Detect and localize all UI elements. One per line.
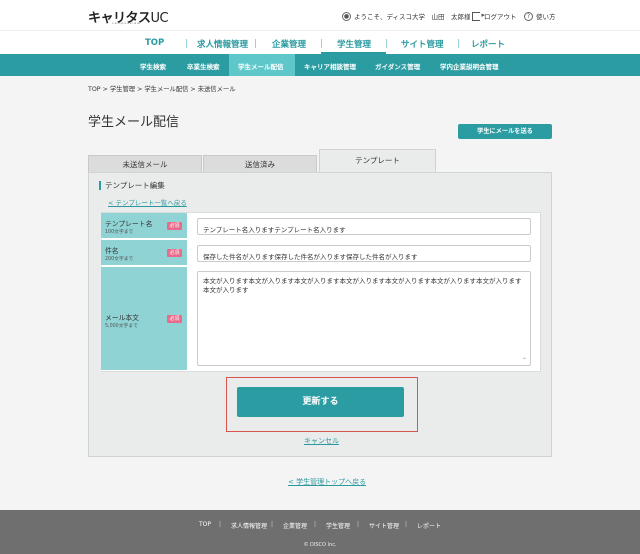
subnav-guidance[interactable]: ガイダンス管理 bbox=[375, 61, 420, 71]
send-mail-button[interactable]: 学生にメールを送る bbox=[458, 124, 552, 139]
nav-divider bbox=[186, 39, 187, 48]
nav-divider bbox=[255, 39, 256, 48]
footer-link-report[interactable]: レポート bbox=[417, 521, 441, 530]
help-link[interactable]: ? 使い方 bbox=[524, 11, 556, 21]
logout-icon bbox=[472, 11, 485, 21]
label-mail-body: メール本文 5,000文字まで 必須 bbox=[101, 267, 187, 371]
breadcrumb: TOP > 学生管理 > 学生メール配信 > 未送信メール bbox=[88, 86, 236, 93]
required-badge: 必須 bbox=[167, 222, 182, 230]
subject-field[interactable]: 保存した件名が入ります保存した件名が入ります保存した件名が入ります bbox=[197, 245, 531, 262]
template-name-field[interactable]: テンプレート名入りますテンプレート名入ります bbox=[197, 218, 531, 235]
tab-template[interactable]: テンプレート bbox=[319, 149, 436, 173]
footer-link-top[interactable]: TOP bbox=[199, 521, 211, 528]
copyright: © DISCO Inc. bbox=[303, 542, 337, 548]
subnav-student-search[interactable]: 学生検索 bbox=[140, 61, 166, 71]
logo-subtitle: campusview bbox=[112, 21, 141, 25]
footer-link-company[interactable]: 企業管理 bbox=[283, 521, 307, 530]
subnav-career-consult[interactable]: キャリア相談管理 bbox=[304, 61, 356, 71]
section-title: テンプレート編集 bbox=[99, 181, 165, 190]
subnav-student-mail[interactable]: 学生メール配信 bbox=[238, 61, 284, 71]
textarea-resize-icon[interactable]: ⌄ bbox=[522, 353, 527, 362]
footer-link-site[interactable]: サイト管理 bbox=[369, 521, 399, 530]
nav-item-job-info[interactable]: 求人情報管理 bbox=[197, 38, 248, 50]
help-icon: ? bbox=[524, 11, 533, 21]
welcome-text: ● ようこそ、ディスコ大学 山田 太郎様 bbox=[342, 11, 471, 21]
nav-divider bbox=[386, 39, 387, 48]
footer-divider: | bbox=[219, 521, 222, 528]
footer-link-students[interactable]: 学生管理 bbox=[326, 521, 350, 530]
nav-divider bbox=[321, 39, 322, 48]
nav-item-top[interactable]: TOP bbox=[145, 38, 164, 48]
footer: TOP | 求人情報管理 | 企業管理 | 学生管理 | サイト管理 | レポー… bbox=[0, 510, 640, 554]
required-badge: 必須 bbox=[167, 249, 182, 257]
nav-item-company[interactable]: 企業管理 bbox=[272, 38, 306, 50]
nav-item-report[interactable]: レポート bbox=[471, 38, 505, 50]
tab-unsent-mail[interactable]: 未送信メール bbox=[88, 155, 202, 173]
label-template-name: テンプレート名 100文字まで 必須 bbox=[101, 213, 187, 239]
subnav-company-session[interactable]: 学内企業説明会管理 bbox=[440, 61, 499, 71]
user-icon: ● bbox=[342, 11, 351, 21]
footer-divider: | bbox=[271, 521, 274, 528]
logout-link[interactable]: ログアウト bbox=[472, 11, 517, 21]
nav-divider bbox=[458, 39, 459, 48]
back-to-student-top-link[interactable]: < 学生管理トップへ戻る bbox=[288, 477, 366, 487]
cancel-link[interactable]: キャンセル bbox=[304, 436, 339, 446]
footer-divider: | bbox=[314, 521, 317, 528]
main-nav: TOP 求人情報管理 企業管理 学生管理 サイト管理 レポート bbox=[0, 30, 640, 55]
footer-divider: | bbox=[405, 521, 408, 528]
label-subject: 件名 200文字まで 必須 bbox=[101, 240, 187, 266]
mail-body-textarea[interactable]: 本文が入ります本文が入ります本文が入ります本文が入ります本文が入ります本文が入り… bbox=[197, 271, 531, 366]
subnav-alumni-search[interactable]: 卒業生検索 bbox=[187, 61, 220, 71]
required-badge: 必須 bbox=[167, 315, 182, 323]
nav-item-site[interactable]: サイト管理 bbox=[401, 38, 444, 50]
nav-item-students[interactable]: 学生管理 bbox=[337, 38, 371, 50]
update-button[interactable]: 更新する bbox=[237, 387, 404, 417]
footer-link-job-info[interactable]: 求人情報管理 bbox=[231, 521, 267, 530]
page-title: 学生メール配信 bbox=[88, 115, 180, 130]
back-to-template-list-link[interactable]: < テンプレート一覧へ戻る bbox=[108, 197, 187, 207]
header: キャリタスUC campusview ● ようこそ、ディスコ大学 山田 太郎様 … bbox=[0, 0, 640, 30]
footer-divider: | bbox=[357, 521, 360, 528]
tab-sent-mail[interactable]: 送信済み bbox=[203, 155, 317, 173]
sub-nav: 学生検索 卒業生検索 学生メール配信 キャリア相談管理 ガイダンス管理 学内企業… bbox=[0, 54, 640, 76]
